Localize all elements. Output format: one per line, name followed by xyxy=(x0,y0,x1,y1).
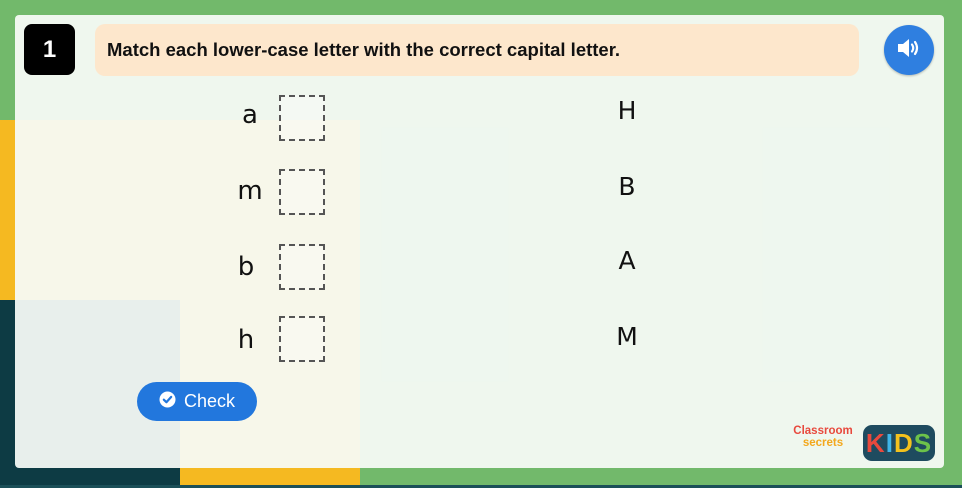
lowercase-letter-h: h xyxy=(237,325,255,355)
logo-secrets-text: secrets xyxy=(802,437,844,449)
speaker-icon xyxy=(896,37,922,63)
logo-classroom-secrets: Classroom secrets xyxy=(788,425,858,449)
capital-letter-B[interactable]: B xyxy=(606,172,648,201)
check-circle-icon xyxy=(159,391,176,413)
logo-kids-letter: D xyxy=(893,427,914,458)
logo-kids: KIDS xyxy=(863,425,935,461)
lowercase-letter-a: a xyxy=(242,100,258,130)
capital-letter-M[interactable]: M xyxy=(606,322,648,351)
drop-target-a[interactable] xyxy=(279,95,325,141)
logo-kids-letter: I xyxy=(885,427,894,458)
capital-letter-A[interactable]: A xyxy=(606,246,648,275)
logo-classroom-text: Classroom xyxy=(793,425,853,437)
logo-kids-letter: S xyxy=(913,427,933,458)
capital-letter-H[interactable]: H xyxy=(606,96,648,125)
question-number: 1 xyxy=(24,24,75,75)
drop-target-b[interactable] xyxy=(279,244,325,290)
lowercase-letter-b: b xyxy=(237,252,255,282)
audio-button[interactable] xyxy=(884,25,934,75)
question-instruction: Match each lower-case letter with the co… xyxy=(95,24,859,76)
check-button[interactable]: Check xyxy=(137,382,257,421)
drop-target-m[interactable] xyxy=(279,169,325,215)
lowercase-letter-m: m xyxy=(237,176,263,206)
logo-kids-letter: K xyxy=(865,427,886,458)
check-button-label: Check xyxy=(183,391,236,411)
drop-target-h[interactable] xyxy=(279,316,325,362)
